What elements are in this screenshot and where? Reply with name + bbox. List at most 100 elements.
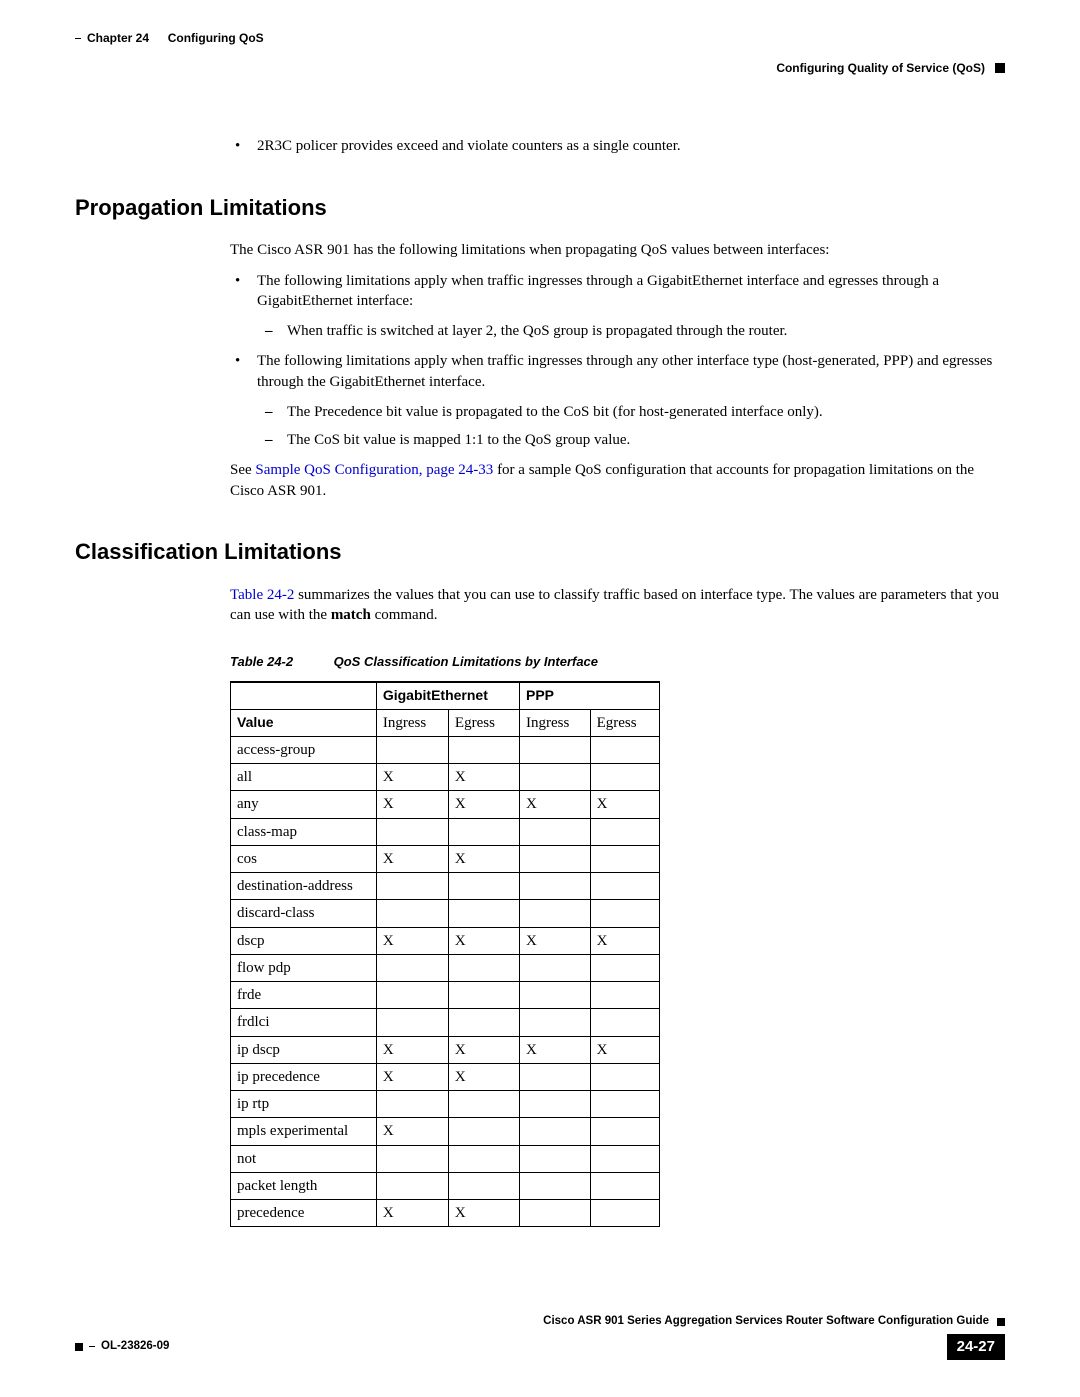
cell: X bbox=[376, 845, 448, 872]
cell bbox=[520, 954, 591, 981]
cell-value: cos bbox=[231, 845, 377, 872]
sub-header: Ingress bbox=[376, 709, 448, 736]
table-row: mpls experimentalX bbox=[231, 1118, 660, 1145]
cell bbox=[376, 954, 448, 981]
cell-value: not bbox=[231, 1145, 377, 1172]
cell-value: access-group bbox=[231, 736, 377, 763]
col-header-ge: GigabitEthernet bbox=[376, 682, 519, 710]
cell: X bbox=[376, 791, 448, 818]
cell bbox=[590, 1200, 659, 1227]
table-row: ip dscpXXXX bbox=[231, 1036, 660, 1063]
list-item: When traffic is switched at layer 2, the… bbox=[287, 321, 1005, 341]
page-number-badge: 24-27 bbox=[947, 1334, 1005, 1360]
cell bbox=[376, 900, 448, 927]
cell bbox=[520, 1009, 591, 1036]
sub-header: Ingress bbox=[520, 709, 591, 736]
xref-sample-qos-config[interactable]: Sample QoS Configuration, page 24-33 bbox=[255, 462, 493, 478]
cell-value: all bbox=[231, 764, 377, 791]
cell-value: mpls experimental bbox=[231, 1118, 377, 1145]
cell: X bbox=[590, 1036, 659, 1063]
cell bbox=[590, 1091, 659, 1118]
cell-value: dscp bbox=[231, 927, 377, 954]
page-footer: Cisco ASR 901 Series Aggregation Service… bbox=[75, 1314, 1005, 1360]
heading-classification-limitations: Classification Limitations bbox=[75, 537, 1005, 567]
cell: X bbox=[520, 791, 591, 818]
cell bbox=[590, 1172, 659, 1199]
table-row: destination-address bbox=[231, 873, 660, 900]
cell bbox=[376, 818, 448, 845]
cell bbox=[448, 873, 519, 900]
table-caption: Table 24-2 QoS Classification Limitation… bbox=[230, 653, 1005, 671]
cell bbox=[520, 1091, 591, 1118]
cell bbox=[448, 900, 519, 927]
cell-value: frdlci bbox=[231, 1009, 377, 1036]
cell bbox=[590, 1118, 659, 1145]
footer-square-icon bbox=[75, 1343, 83, 1351]
cell bbox=[448, 1118, 519, 1145]
cell: X bbox=[520, 927, 591, 954]
cell bbox=[376, 1091, 448, 1118]
table-row: anyXXXX bbox=[231, 791, 660, 818]
cell bbox=[520, 1118, 591, 1145]
cell bbox=[590, 1063, 659, 1090]
cell: X bbox=[448, 791, 519, 818]
cell bbox=[448, 818, 519, 845]
cell-value: any bbox=[231, 791, 377, 818]
cell bbox=[520, 1172, 591, 1199]
cell bbox=[448, 1172, 519, 1199]
cell bbox=[520, 900, 591, 927]
list-item: The Precedence bit value is propagated t… bbox=[287, 402, 1005, 422]
body-text: See Sample QoS Configuration, page 24-33… bbox=[75, 460, 1005, 501]
table-row: ip rtp bbox=[231, 1091, 660, 1118]
cell-value: class-map bbox=[231, 818, 377, 845]
cell bbox=[520, 818, 591, 845]
table-row: ip precedenceXX bbox=[231, 1063, 660, 1090]
cell bbox=[520, 982, 591, 1009]
sub-header: Egress bbox=[590, 709, 659, 736]
cell: X bbox=[376, 1063, 448, 1090]
cell bbox=[590, 1145, 659, 1172]
cell: X bbox=[590, 791, 659, 818]
cell: X bbox=[448, 927, 519, 954]
heading-propagation-limitations: Propagation Limitations bbox=[75, 193, 1005, 223]
table-row: frde bbox=[231, 982, 660, 1009]
footer-doc-id: OL-23826-09 bbox=[101, 1339, 169, 1355]
section-title: Configuring Quality of Service (QoS) bbox=[776, 60, 985, 76]
cell bbox=[376, 1009, 448, 1036]
cell bbox=[448, 1091, 519, 1118]
table-row: packet length bbox=[231, 1172, 660, 1199]
list-item: The CoS bit value is mapped 1:1 to the Q… bbox=[287, 430, 1005, 450]
cell bbox=[376, 982, 448, 1009]
cell: X bbox=[376, 1118, 448, 1145]
cell-value: destination-address bbox=[231, 873, 377, 900]
cell: X bbox=[520, 1036, 591, 1063]
table-row: access-group bbox=[231, 736, 660, 763]
header-square-icon bbox=[995, 63, 1005, 73]
cell bbox=[376, 1172, 448, 1199]
cell-value: ip dscp bbox=[231, 1036, 377, 1063]
chapter-label: Chapter 24 bbox=[87, 30, 149, 46]
body-text: Table 24-2 summarizes the values that yo… bbox=[75, 585, 1005, 626]
table-row: not bbox=[231, 1145, 660, 1172]
cell bbox=[448, 1145, 519, 1172]
col-header-ppp: PPP bbox=[520, 682, 660, 710]
qos-classification-table: GigabitEthernet PPP Value Ingress Egress… bbox=[230, 681, 660, 1228]
cell bbox=[520, 1063, 591, 1090]
cell bbox=[520, 736, 591, 763]
table-row: discard-class bbox=[231, 900, 660, 927]
table-row: dscpXXXX bbox=[231, 927, 660, 954]
cell: X bbox=[376, 1200, 448, 1227]
list-item: The following limitations apply when tra… bbox=[257, 271, 1005, 342]
cell-value: ip precedence bbox=[231, 1063, 377, 1090]
table-row: allXX bbox=[231, 764, 660, 791]
cell bbox=[590, 1009, 659, 1036]
footer-square-icon bbox=[997, 1318, 1005, 1326]
cell: X bbox=[448, 1036, 519, 1063]
cell: X bbox=[590, 927, 659, 954]
cell bbox=[590, 982, 659, 1009]
xref-table-24-2[interactable]: Table 24-2 bbox=[230, 587, 294, 603]
cell: X bbox=[376, 927, 448, 954]
cell: X bbox=[448, 1200, 519, 1227]
table-row: frdlci bbox=[231, 1009, 660, 1036]
chapter-title: Configuring QoS bbox=[168, 30, 264, 46]
